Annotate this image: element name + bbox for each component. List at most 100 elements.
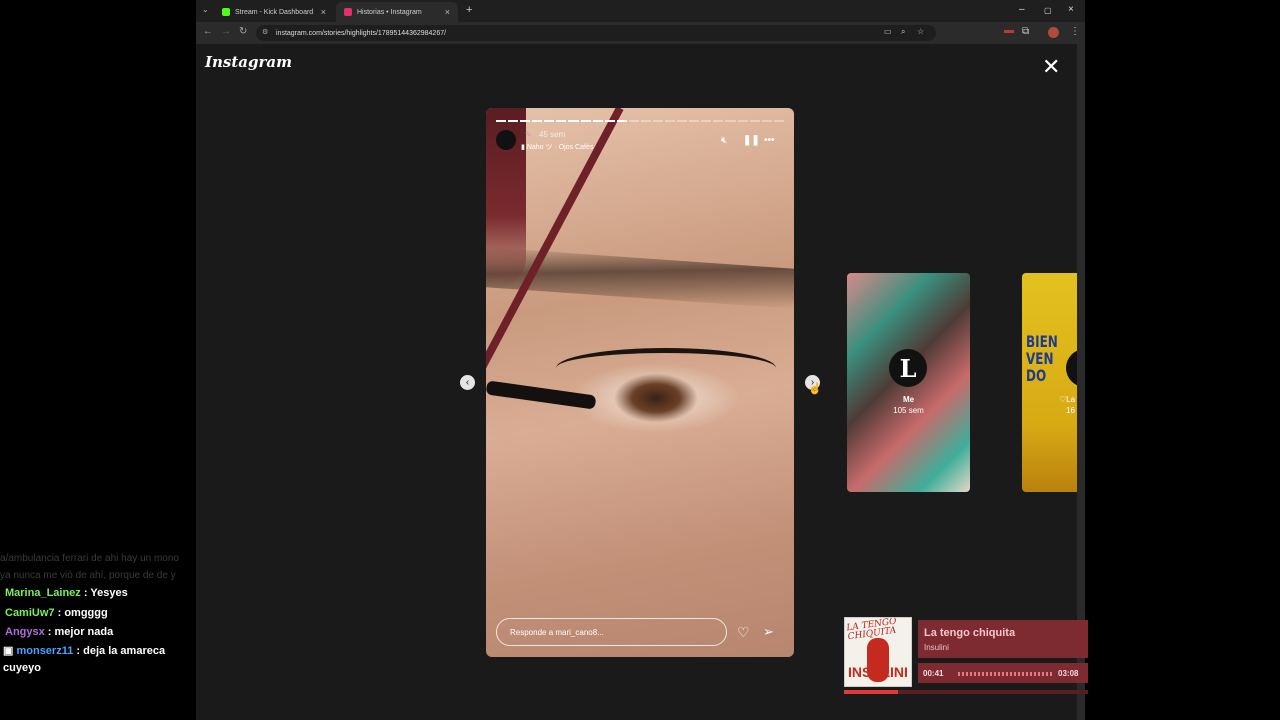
kick-favicon-icon [222, 8, 230, 16]
current-time: 00:41 [923, 669, 944, 678]
story-progress-segment [689, 120, 700, 122]
tab-search-icon[interactable]: ⌄ [202, 5, 209, 14]
chat-text: Yesyes [90, 587, 128, 599]
reply-input[interactable]: Responde a mari_cano8... [496, 618, 727, 646]
story-progress-segment [713, 120, 724, 122]
story-music[interactable]: ▮ Naho ツ · Ojos Cafés [521, 142, 593, 152]
tab-kick[interactable]: Stream - Kick Dashboard × [214, 2, 334, 22]
now-playing-widget: LA TENGO CHIQUITA INSULINI La tengo chiq… [844, 617, 1088, 695]
close-tab-icon[interactable]: × [321, 7, 326, 17]
story-progress-bar [496, 120, 784, 122]
new-tab-icon[interactable]: + [466, 4, 472, 16]
forward-icon[interactable]: → [221, 26, 231, 37]
highlight-preview[interactable]: L Me 105 sem [847, 273, 970, 492]
chat-username: Angysx [5, 626, 45, 638]
story-progress-segment [653, 120, 664, 122]
chat-message: Angysx : mejor nada [5, 626, 114, 638]
window-close-icon[interactable]: × [1068, 4, 1074, 15]
chat-username: monserz11 [16, 644, 74, 657]
album-art: LA TENGO CHIQUITA INSULINI [844, 617, 912, 687]
track-progress-bar [844, 690, 1088, 694]
pause-icon[interactable]: ❚❚ [743, 135, 760, 146]
story-progress-segment [701, 120, 712, 122]
story-progress-segment [749, 120, 760, 122]
close-tab-icon[interactable]: × [445, 7, 450, 17]
close-stories-icon[interactable]: ✕ [1042, 56, 1060, 78]
like-heart-icon[interactable]: ♡ [737, 624, 750, 641]
badge-icon: ▣ [3, 644, 14, 657]
story-time: 45 sem [539, 130, 566, 139]
chat-text: omgggg [64, 606, 108, 619]
browser-window: ⌄ Stream - Kick Dashboard × Historias • … [196, 0, 1085, 720]
track-timeline: 00:41 03:08 [918, 663, 1088, 683]
maximize-icon[interactable]: ▢ [1044, 6, 1052, 15]
story-progress-segment [496, 120, 507, 122]
highlight-name: ♡La [1059, 395, 1076, 404]
total-time: 03:08 [1058, 669, 1079, 678]
tab-title: Stream - Kick Dashboard [235, 8, 314, 16]
profile-avatar[interactable] [1048, 27, 1059, 38]
mute-icon[interactable]: 🔇︎ [721, 135, 727, 146]
chat-faded-line: ya nunca me vió de ahí, porque de de y [0, 570, 176, 581]
story-progress-segment [544, 120, 555, 122]
story-progress-segment [532, 120, 543, 122]
story-progress-segment [737, 120, 748, 122]
story-progress-segment [761, 120, 772, 122]
highlight-preview[interactable]: BIEN VEN DO ♡La 16 [1022, 273, 1077, 492]
address-bar[interactable]: ⚙ instagram.com/stories/highlights/17895… [256, 25, 936, 41]
mouse-cursor-icon: ☝ [808, 383, 822, 395]
story-progress-segment [556, 120, 567, 122]
track-artist: Insulini [924, 643, 949, 652]
album-art-artist: INSULINI [848, 664, 908, 680]
chat-text: mejor nada [54, 626, 114, 638]
chat-faded-line: a/ambulancia ferrari de ahi hay un mono [0, 553, 179, 564]
instagram-favicon-icon [344, 8, 352, 16]
extensions-puzzle-icon[interactable]: ⧉ [1022, 26, 1029, 37]
tab-bar: ⌄ Stream - Kick Dashboard × Historias • … [196, 0, 1085, 22]
bookmark-star-icon[interactable]: ☆ [917, 27, 924, 36]
story-progress-segment [773, 120, 784, 122]
chat-message: Marina_Lainez : Yesyes [5, 587, 128, 599]
story-progress-segment [604, 120, 615, 122]
track-info: La tengo chiquita Insulini [918, 620, 1088, 658]
chat-username: CamiUw7 [5, 606, 55, 619]
cast-icon[interactable]: ▭ [884, 27, 892, 36]
story-progress-segment [725, 120, 736, 122]
url-text: instagram.com/stories/highlights/1789514… [276, 29, 447, 37]
story-progress-segment [508, 120, 519, 122]
reload-icon[interactable]: ↻ [239, 26, 247, 37]
story-progress-segment [592, 120, 603, 122]
story-header: ✎ 45 sem ▮ Naho ツ · Ojos Cafés 🔇︎ ❚❚ ••• [496, 130, 786, 154]
address-row: ← → ↻ ⚙ instagram.com/stories/highlights… [196, 22, 1085, 44]
chat-username: Marina_Lainez [5, 587, 81, 599]
tab-instagram[interactable]: Historias • Instagram × [336, 2, 458, 22]
reply-placeholder: Responde a mari_cano8... [510, 627, 604, 637]
send-icon[interactable]: ➢ [763, 624, 774, 640]
tab-title: Historias • Instagram [357, 8, 422, 16]
minimize-icon[interactable]: – [1019, 4, 1025, 15]
story-progress-segment [665, 120, 676, 122]
zoom-icon[interactable]: ⌕ [901, 27, 905, 37]
browser-menu-icon[interactable]: ⋮ [1070, 26, 1080, 37]
highlight-time: 105 sem [893, 406, 924, 415]
previous-story-arrow-icon[interactable]: ‹ [460, 375, 475, 390]
story-progress-segment [520, 120, 531, 122]
pin-icon: ✎ [525, 130, 532, 139]
highlight-avatar: L [889, 349, 927, 387]
story-avatar[interactable] [496, 130, 516, 150]
story-viewer[interactable]: ✎ 45 sem ▮ Naho ツ · Ojos Cafés 🔇︎ ❚❚ •••… [486, 108, 794, 657]
extension-icon[interactable] [1004, 30, 1014, 33]
highlight-avatar [1066, 349, 1077, 387]
site-info-icon[interactable]: ⚙ [262, 28, 268, 36]
back-icon[interactable]: ← [203, 26, 213, 37]
chat-message: CamiUw7 : omgggg [5, 606, 108, 619]
instagram-logo[interactable]: Instagram [205, 53, 292, 71]
story-progress-segment [640, 120, 652, 122]
story-progress-segment [616, 120, 627, 122]
waveform [958, 672, 1052, 676]
more-options-icon[interactable]: ••• [764, 135, 775, 146]
story-progress-segment [628, 120, 639, 122]
audio-bars-icon: ▮ [521, 144, 525, 151]
story-image-lashes [556, 348, 776, 388]
chat-message: ▣ monserz11 : deja la amareca cuyeyo [3, 644, 166, 674]
